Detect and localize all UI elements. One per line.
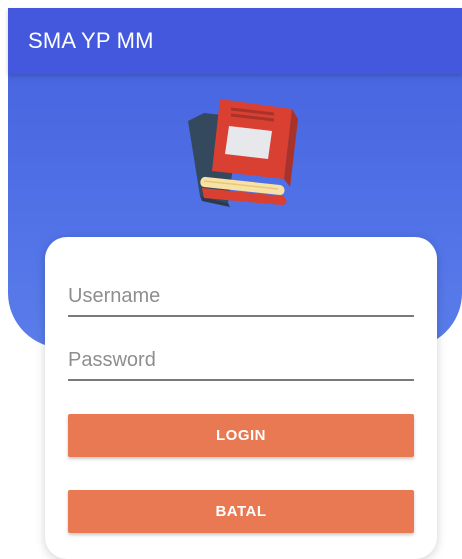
username-input[interactable] [68,277,414,315]
app-bar: SMA YP MM [8,8,462,74]
login-screen: SMA YP MM LOGIN BAT [0,0,462,559]
login-button[interactable]: LOGIN [68,414,414,457]
password-field[interactable] [68,341,414,381]
username-underline [68,315,414,317]
username-field[interactable] [68,277,414,317]
books-icon [180,91,305,216]
app-title: SMA YP MM [28,28,154,53]
login-card: LOGIN BATAL [45,237,437,559]
cancel-button[interactable]: BATAL [68,490,414,533]
password-underline [68,379,414,381]
password-input[interactable] [68,341,414,379]
